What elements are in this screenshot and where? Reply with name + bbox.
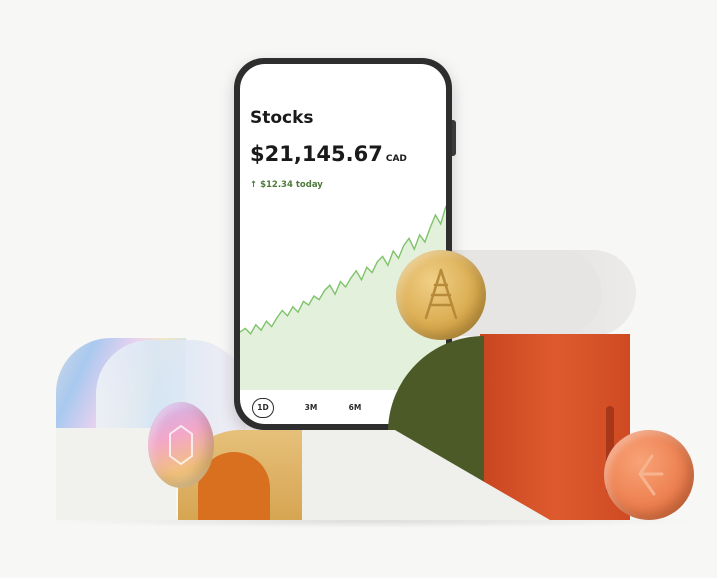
orange-coin — [604, 430, 694, 520]
promo-scene: Stocks $21,145.67 CAD ↑ $12.34 today 1D 3… — [0, 0, 717, 578]
coin-emblem-icon — [638, 454, 664, 496]
iridescent-coin — [148, 402, 214, 488]
range-3m-button[interactable]: 3M — [296, 398, 326, 418]
balance-amount: $21,145.67 — [250, 142, 383, 166]
screen-title: Stocks — [250, 108, 314, 128]
daily-change: ↑ $12.34 today — [250, 180, 323, 190]
range-1d-button[interactable]: 1D — [252, 398, 274, 418]
coin-emblem-icon — [424, 268, 458, 320]
coin-emblem-icon — [169, 424, 193, 466]
currency-label: CAD — [385, 154, 407, 164]
phone-side-button — [452, 120, 456, 156]
range-6m-button[interactable]: 6M — [340, 398, 370, 418]
portfolio-balance: $21,145.67 CAD — [250, 142, 407, 166]
gold-coin — [396, 250, 486, 340]
